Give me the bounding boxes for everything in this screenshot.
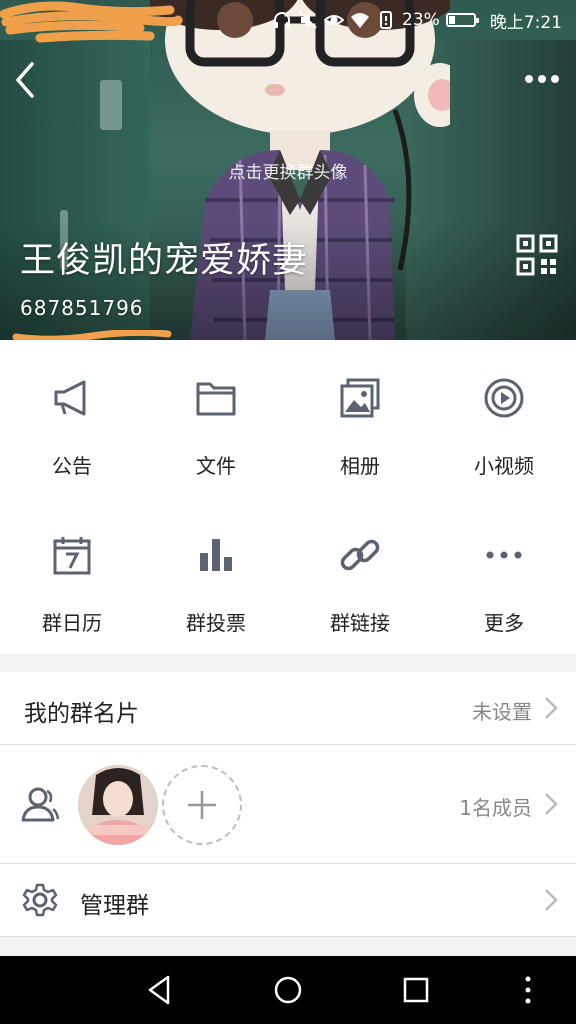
feature-album[interactable]: 相册 <box>288 340 432 497</box>
manage-group-label: 管理群 <box>80 893 149 919</box>
qr-code-button[interactable] <box>516 234 558 276</box>
photo-album-icon <box>340 378 380 418</box>
calendar-icon <box>53 537 91 575</box>
chevron-right-icon <box>545 889 558 911</box>
nav-home-icon[interactable] <box>270 972 306 1008</box>
add-member-button[interactable] <box>162 765 242 845</box>
feature-group-link[interactable]: 群链接 <box>288 497 432 654</box>
folder-icon <box>196 382 236 416</box>
battery-percent: 23% <box>402 10 440 30</box>
plus-icon <box>188 791 216 819</box>
member-avatar-photo <box>78 765 158 845</box>
eye-icon <box>324 15 345 25</box>
sim-alert-icon <box>380 11 393 29</box>
my-group-card-row[interactable]: 我的群名片 未设置 <box>0 672 576 744</box>
status-bar: 23% 晚上7:21 <box>0 0 576 43</box>
divider <box>0 936 576 937</box>
feature-label: 相册 <box>340 454 380 478</box>
group-id: 687851796 <box>20 296 144 320</box>
wifi-icon <box>351 13 370 28</box>
feature-short-video[interactable]: 小视频 <box>432 340 576 497</box>
redaction-underline-scribble <box>12 330 172 340</box>
gear-icon <box>22 883 58 917</box>
chevron-right-icon <box>545 697 558 719</box>
member-avatar[interactable] <box>78 765 158 845</box>
megaphone-icon <box>54 380 86 416</box>
nav-menu-icon[interactable] <box>510 972 546 1008</box>
manage-group-row[interactable]: 管理群 <box>0 864 576 936</box>
mute-icon <box>299 11 317 29</box>
chevron-right-icon <box>545 793 558 815</box>
feature-files[interactable]: 文件 <box>144 340 288 497</box>
back-button[interactable] <box>10 58 44 102</box>
status-indicators: 23% 晚上7:21 <box>272 8 562 33</box>
more-options-button[interactable] <box>522 66 562 92</box>
member-count: 1名成员 <box>459 796 532 820</box>
feature-group-calendar[interactable]: 群日历 <box>0 497 144 654</box>
system-navigation-bar <box>0 956 576 1024</box>
link-icon <box>340 539 380 571</box>
feature-more[interactable]: 更多 <box>432 497 576 654</box>
group-header: 23% 晚上7:21 点击更换群头像 王俊凯的宠爱娇妻 687851796 <box>0 0 576 340</box>
feature-label: 文件 <box>196 454 236 478</box>
group-card-label: 我的群名片 <box>24 701 139 727</box>
group-card-value: 未设置 <box>472 700 532 724</box>
feature-group-vote[interactable]: 群投票 <box>144 497 288 654</box>
video-play-icon <box>484 378 524 418</box>
battery-icon <box>445 13 479 27</box>
nav-recents-icon[interactable] <box>398 972 434 1008</box>
feature-label: 更多 <box>484 611 524 635</box>
feature-label: 小视频 <box>474 454 534 478</box>
redaction-scribble <box>0 1 183 43</box>
more-dots-icon <box>486 551 522 559</box>
nav-back-icon[interactable] <box>142 972 178 1008</box>
feature-label: 群链接 <box>330 611 390 635</box>
chalk-mark <box>100 80 122 130</box>
feature-label: 群日历 <box>42 611 102 635</box>
feature-grid: 公告 文件 相册 小视频 群日历 群投票 群链接 更多 <box>0 340 576 654</box>
feature-label: 群投票 <box>186 611 246 635</box>
feature-announcement[interactable]: 公告 <box>0 340 144 497</box>
change-group-avatar-link[interactable]: 点击更换群头像 <box>0 158 576 183</box>
headphones-icon <box>274 12 291 28</box>
members-icon <box>21 787 60 822</box>
status-time: 晚上7:21 <box>489 12 562 33</box>
feature-label: 公告 <box>52 454 92 478</box>
group-name: 王俊凯的宠爱娇妻 <box>20 241 309 281</box>
members-row[interactable]: 1名成员 <box>0 745 576 863</box>
bar-chart-icon <box>200 539 232 571</box>
